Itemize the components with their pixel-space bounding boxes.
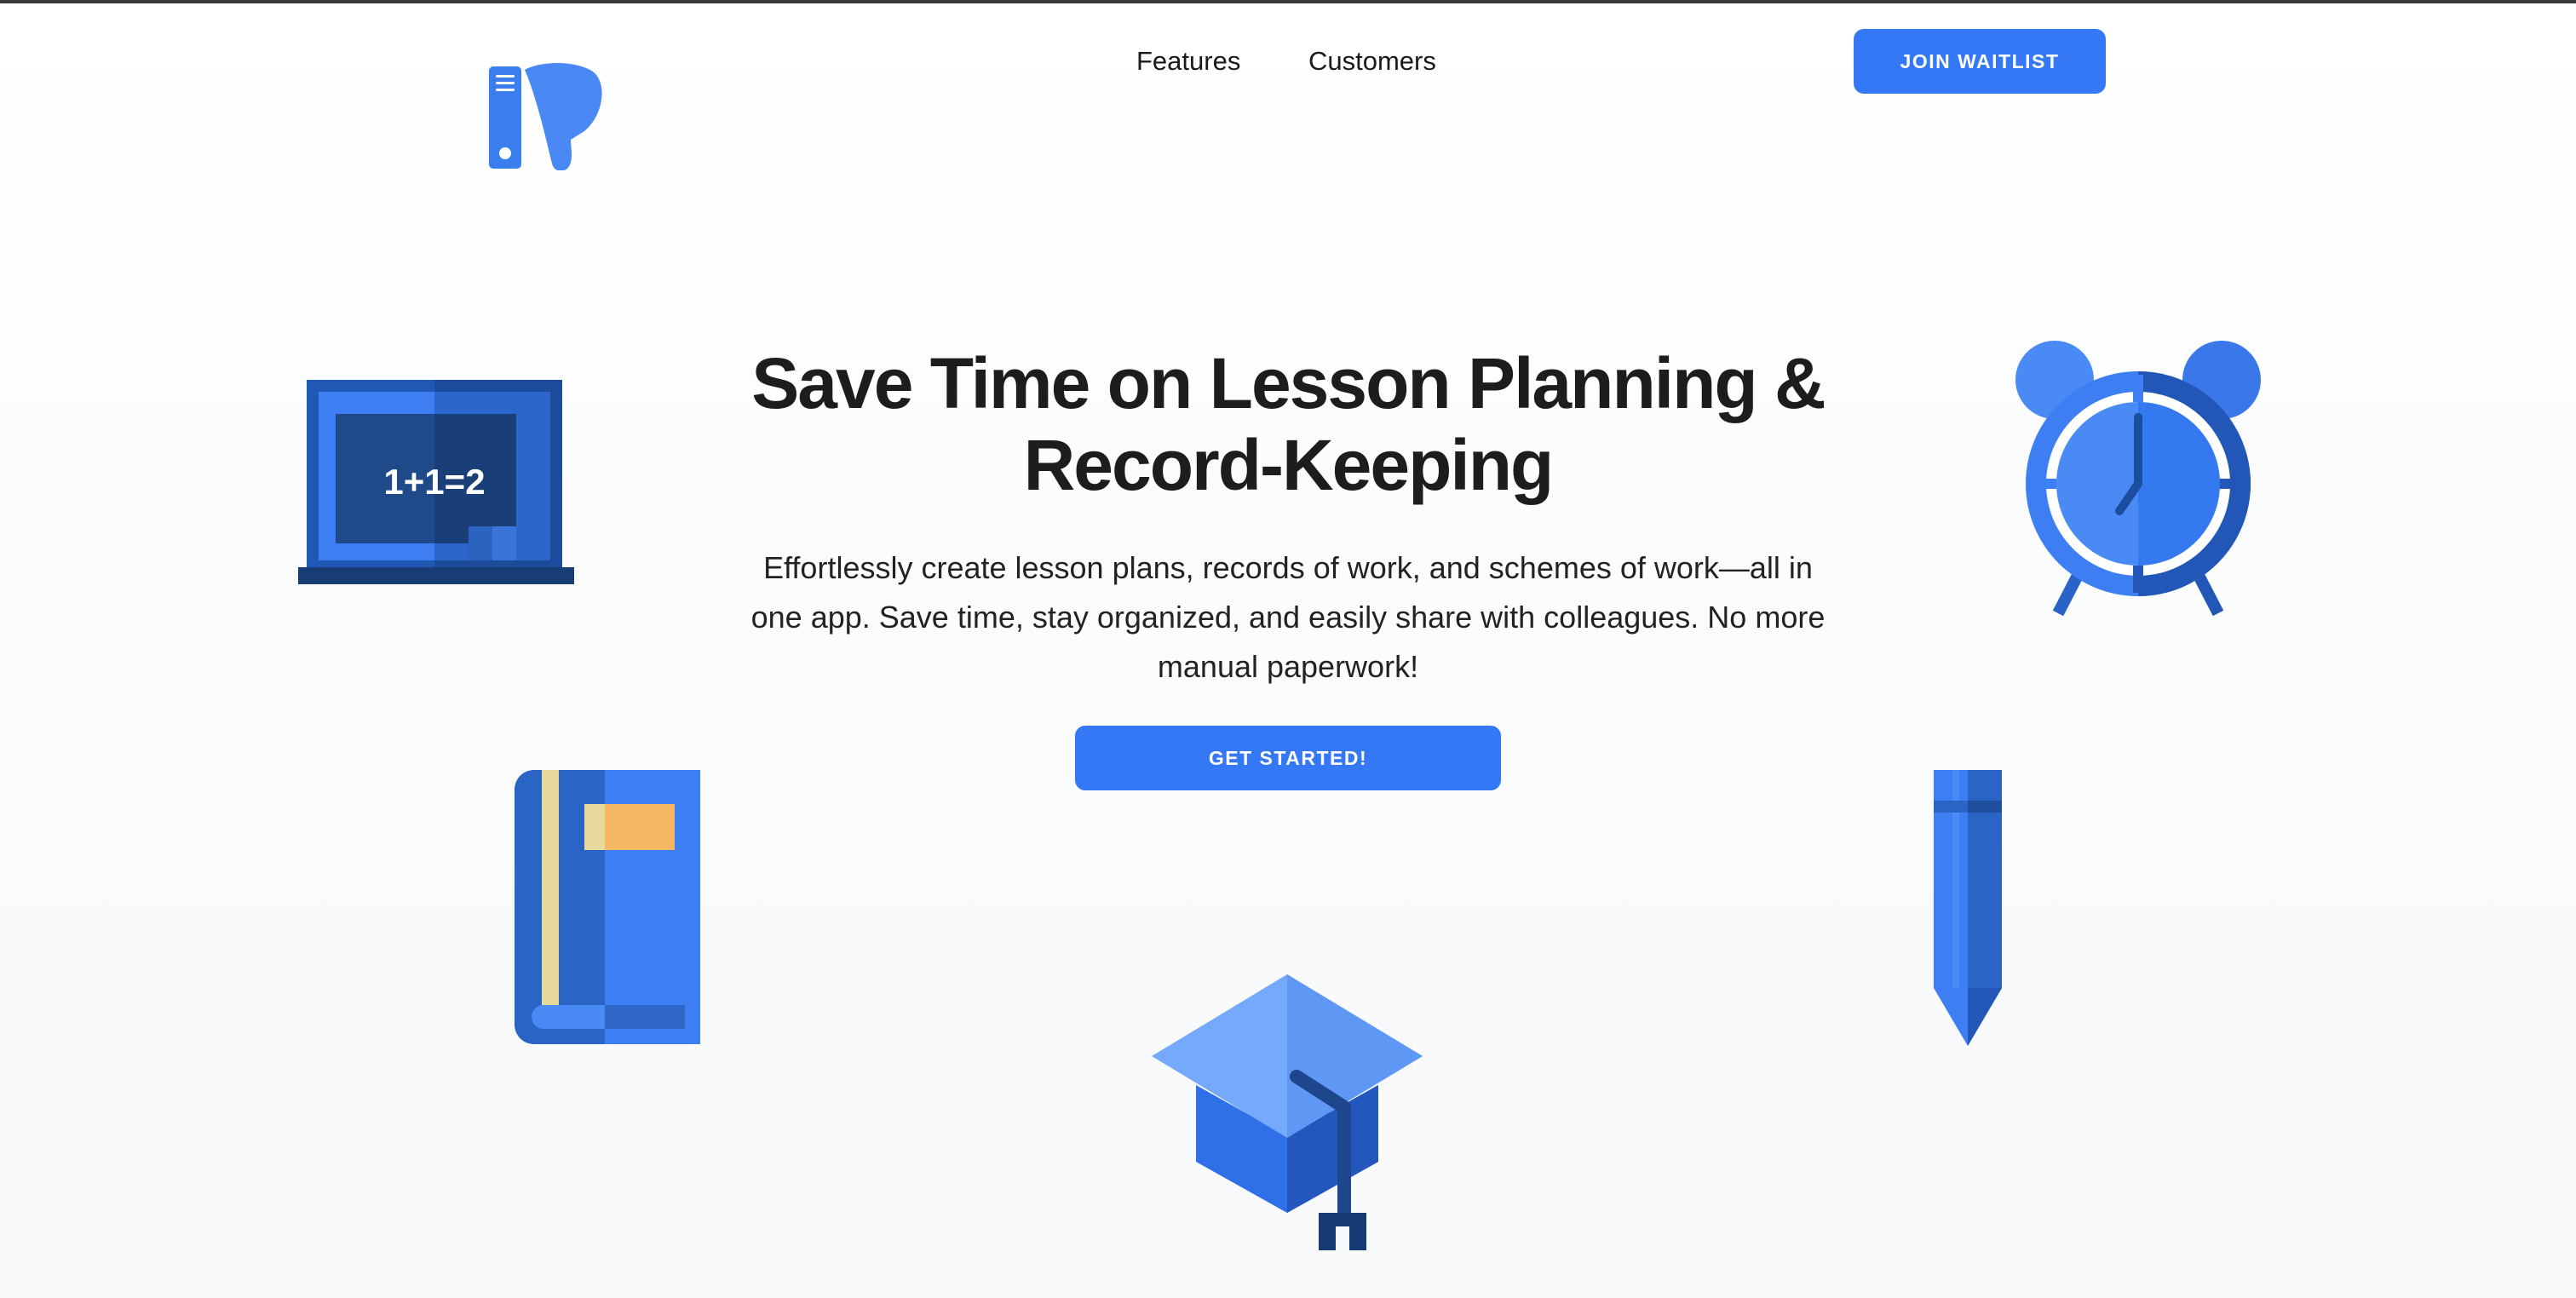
pencil-icon: [1934, 770, 2002, 1046]
graduation-cap-icon: [1152, 974, 1423, 1250]
alarm-clock-icon: [2015, 341, 2261, 617]
nav-link-features[interactable]: Features: [1136, 43, 1240, 80]
get-started-button[interactable]: GET STARTED!: [1075, 726, 1501, 790]
chalkboard-icon: 1+1=2: [298, 380, 574, 584]
logo-icon[interactable]: [489, 63, 603, 170]
browser-top-strip: [0, 0, 2576, 3]
book-icon: [515, 770, 700, 1044]
hero-subtitle: Effortlessly create lesson plans, record…: [750, 550, 1826, 684]
nav-link-customers[interactable]: Customers: [1308, 43, 1436, 80]
chalkboard-text: 1+1=2: [383, 462, 485, 502]
join-waitlist-button[interactable]: JOIN WAITLIST: [1854, 29, 2106, 94]
hero-title: Save Time on Lesson Planning & Record-Ke…: [751, 343, 1826, 505]
